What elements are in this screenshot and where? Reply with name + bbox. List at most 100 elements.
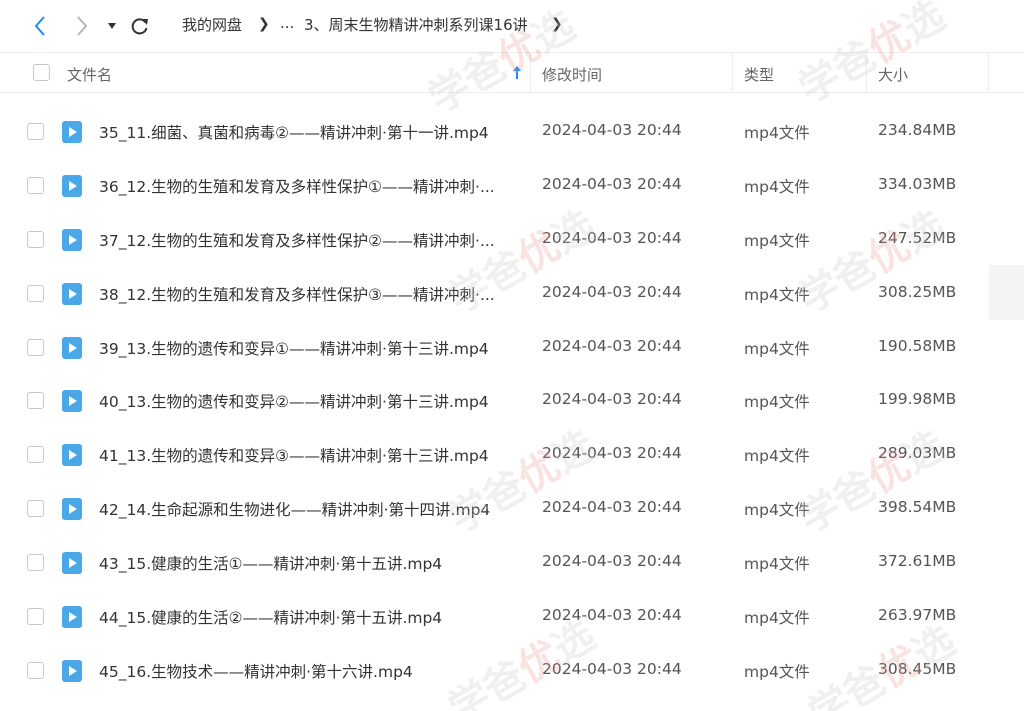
caret-down-icon <box>108 23 116 29</box>
row-checkbox[interactable] <box>27 554 44 572</box>
breadcrumb-root[interactable]: 我的网盘 <box>182 14 242 35</box>
file-size: 190.58MB <box>878 336 957 355</box>
file-name[interactable]: 43_15.健康的生活①——精讲冲刺·第十五讲.mp4 <box>99 552 442 574</box>
file-modified-time: 2024-04-03 20:44 <box>542 444 682 463</box>
breadcrumb-separator: ❯ <box>551 16 563 32</box>
file-name[interactable]: 39_13.生物的遗传和变异①——精讲冲刺·第十三讲.mp4 <box>99 337 489 359</box>
column-divider[interactable] <box>988 53 989 93</box>
file-type: mp4文件 <box>744 555 810 574</box>
column-divider[interactable] <box>530 53 531 93</box>
file-size: 398.54MB <box>878 498 957 517</box>
file-row[interactable]: 45_16.生物技术——精讲冲刺·第十六讲.mp4 2024-04-03 20:… <box>0 644 1024 698</box>
file-modified-time: 2024-04-03 20:44 <box>542 390 682 409</box>
file-type: mp4文件 <box>744 609 810 628</box>
file-name[interactable]: 36_12.生物的生殖和发育及多样性保护①——精讲冲刺·... <box>99 175 495 197</box>
file-size: 263.97MB <box>878 606 957 625</box>
refresh-button[interactable] <box>126 10 154 42</box>
file-type: mp4文件 <box>744 447 810 466</box>
chevron-right-icon <box>77 16 88 36</box>
breadcrumb-ellipsis[interactable]: ... <box>280 14 294 32</box>
file-type: mp4文件 <box>744 501 810 520</box>
file-name[interactable]: 35_11.细菌、真菌和病毒②——精讲冲刺·第十一讲.mp4 <box>99 121 489 143</box>
row-checkbox[interactable] <box>27 123 44 140</box>
file-size: 234.84MB <box>878 121 957 139</box>
column-divider[interactable] <box>866 53 867 93</box>
breadcrumb-current[interactable]: 3、周末生物精讲冲刺系列课16讲 <box>304 14 528 35</box>
column-header-size[interactable]: 大小 <box>878 64 908 85</box>
video-file-icon <box>62 174 82 197</box>
row-checkbox[interactable] <box>27 338 44 356</box>
row-checkbox[interactable] <box>27 230 44 248</box>
file-name[interactable]: 44_15.健康的生活②——精讲冲刺·第十五讲.mp4 <box>99 606 442 628</box>
forward-button[interactable] <box>68 10 96 42</box>
file-type: mp4文件 <box>744 124 810 142</box>
file-list: 35_11.细菌、真菌和病毒②——精讲冲刺·第十一讲.mp4 2024-04-0… <box>0 105 1024 698</box>
row-checkbox[interactable] <box>27 608 44 626</box>
file-row[interactable]: 42_14.生命起源和生物进化——精讲冲刺·第十四讲.mp4 2024-04-0… <box>0 482 1024 536</box>
file-row[interactable]: 37_12.生物的生殖和发育及多样性保护②——精讲冲刺·... 2024-04-… <box>0 213 1024 267</box>
sort-ascending-icon[interactable] <box>512 66 522 80</box>
file-modified-time: 2024-04-03 20:44 <box>542 174 682 193</box>
file-row[interactable]: 43_15.健康的生活①——精讲冲刺·第十五讲.mp4 2024-04-03 2… <box>0 536 1024 590</box>
column-header-name[interactable]: 文件名 <box>67 64 112 85</box>
file-row[interactable]: 39_13.生物的遗传和变异①——精讲冲刺·第十三讲.mp4 2024-04-0… <box>0 321 1024 375</box>
file-size: 199.98MB <box>878 390 957 409</box>
video-file-icon <box>62 228 82 251</box>
file-modified-time: 2024-04-03 20:44 <box>542 659 682 678</box>
file-row[interactable]: 36_12.生物的生殖和发育及多样性保护①——精讲冲刺·... 2024-04-… <box>0 159 1024 213</box>
back-button[interactable] <box>26 10 54 42</box>
scrollbar-thumb[interactable] <box>989 265 1024 320</box>
row-checkbox[interactable] <box>27 500 44 518</box>
file-name[interactable]: 41_13.生物的遗传和变异③——精讲冲刺·第十三讲.mp4 <box>99 444 489 466</box>
row-checkbox[interactable] <box>27 661 44 679</box>
file-type: mp4文件 <box>744 177 810 196</box>
video-file-icon <box>62 498 82 521</box>
column-header-modified[interactable]: 修改时间 <box>542 64 602 85</box>
video-file-icon <box>62 444 82 467</box>
file-type: mp4文件 <box>744 285 810 304</box>
file-size: 289.03MB <box>878 444 957 463</box>
navigation-bar: 我的网盘 ❯ ... 3、周末生物精讲冲刺系列课16讲 ❯ <box>0 0 1024 52</box>
file-list-header: 文件名 修改时间 类型 大小 <box>0 52 1024 93</box>
file-type: mp4文件 <box>744 231 810 250</box>
file-type: mp4文件 <box>744 662 810 681</box>
video-file-icon <box>62 390 82 413</box>
row-checkbox[interactable] <box>27 284 44 302</box>
select-all-checkbox[interactable] <box>33 64 50 81</box>
file-size: 372.61MB <box>878 552 957 571</box>
video-file-icon <box>62 336 82 359</box>
file-modified-time: 2024-04-03 20:44 <box>542 498 682 517</box>
file-row[interactable]: 41_13.生物的遗传和变异③——精讲冲刺·第十三讲.mp4 2024-04-0… <box>0 428 1024 482</box>
file-modified-time: 2024-04-03 20:44 <box>542 606 682 625</box>
file-modified-time: 2024-04-03 20:44 <box>542 552 682 571</box>
file-type: mp4文件 <box>744 339 810 358</box>
history-dropdown-button[interactable] <box>98 10 126 42</box>
column-divider[interactable] <box>732 53 733 93</box>
refresh-icon <box>131 18 148 35</box>
file-size: 308.25MB <box>878 282 957 301</box>
chevron-left-icon <box>34 16 45 36</box>
row-checkbox[interactable] <box>27 176 44 194</box>
file-name[interactable]: 45_16.生物技术——精讲冲刺·第十六讲.mp4 <box>99 660 413 682</box>
file-size: 334.03MB <box>878 174 957 193</box>
video-file-icon <box>62 659 82 682</box>
video-file-icon <box>62 606 82 629</box>
file-name[interactable]: 42_14.生命起源和生物进化——精讲冲刺·第十四讲.mp4 <box>99 498 490 520</box>
file-name[interactable]: 40_13.生物的遗传和变异②——精讲冲刺·第十三讲.mp4 <box>99 390 489 412</box>
file-size: 247.52MB <box>878 228 957 247</box>
row-checkbox[interactable] <box>27 392 44 410</box>
column-header-type[interactable]: 类型 <box>744 64 774 85</box>
video-file-icon <box>62 552 82 575</box>
file-name[interactable]: 37_12.生物的生殖和发育及多样性保护②——精讲冲刺·... <box>99 229 495 251</box>
file-row[interactable]: 38_12.生物的生殖和发育及多样性保护③——精讲冲刺·... 2024-04-… <box>0 267 1024 321</box>
row-checkbox[interactable] <box>27 446 44 464</box>
file-size: 308.45MB <box>878 659 957 678</box>
file-name[interactable]: 38_12.生物的生殖和发育及多样性保护③——精讲冲刺·... <box>99 283 495 305</box>
video-file-icon <box>62 121 82 143</box>
file-row[interactable]: 40_13.生物的遗传和变异②——精讲冲刺·第十三讲.mp4 2024-04-0… <box>0 374 1024 428</box>
file-row[interactable]: 44_15.健康的生活②——精讲冲刺·第十五讲.mp4 2024-04-03 2… <box>0 590 1024 644</box>
file-modified-time: 2024-04-03 20:44 <box>542 228 682 247</box>
file-modified-time: 2024-04-03 20:44 <box>542 336 682 355</box>
file-row[interactable]: 35_11.细菌、真菌和病毒②——精讲冲刺·第十一讲.mp4 2024-04-0… <box>0 105 1024 159</box>
video-file-icon <box>62 282 82 305</box>
